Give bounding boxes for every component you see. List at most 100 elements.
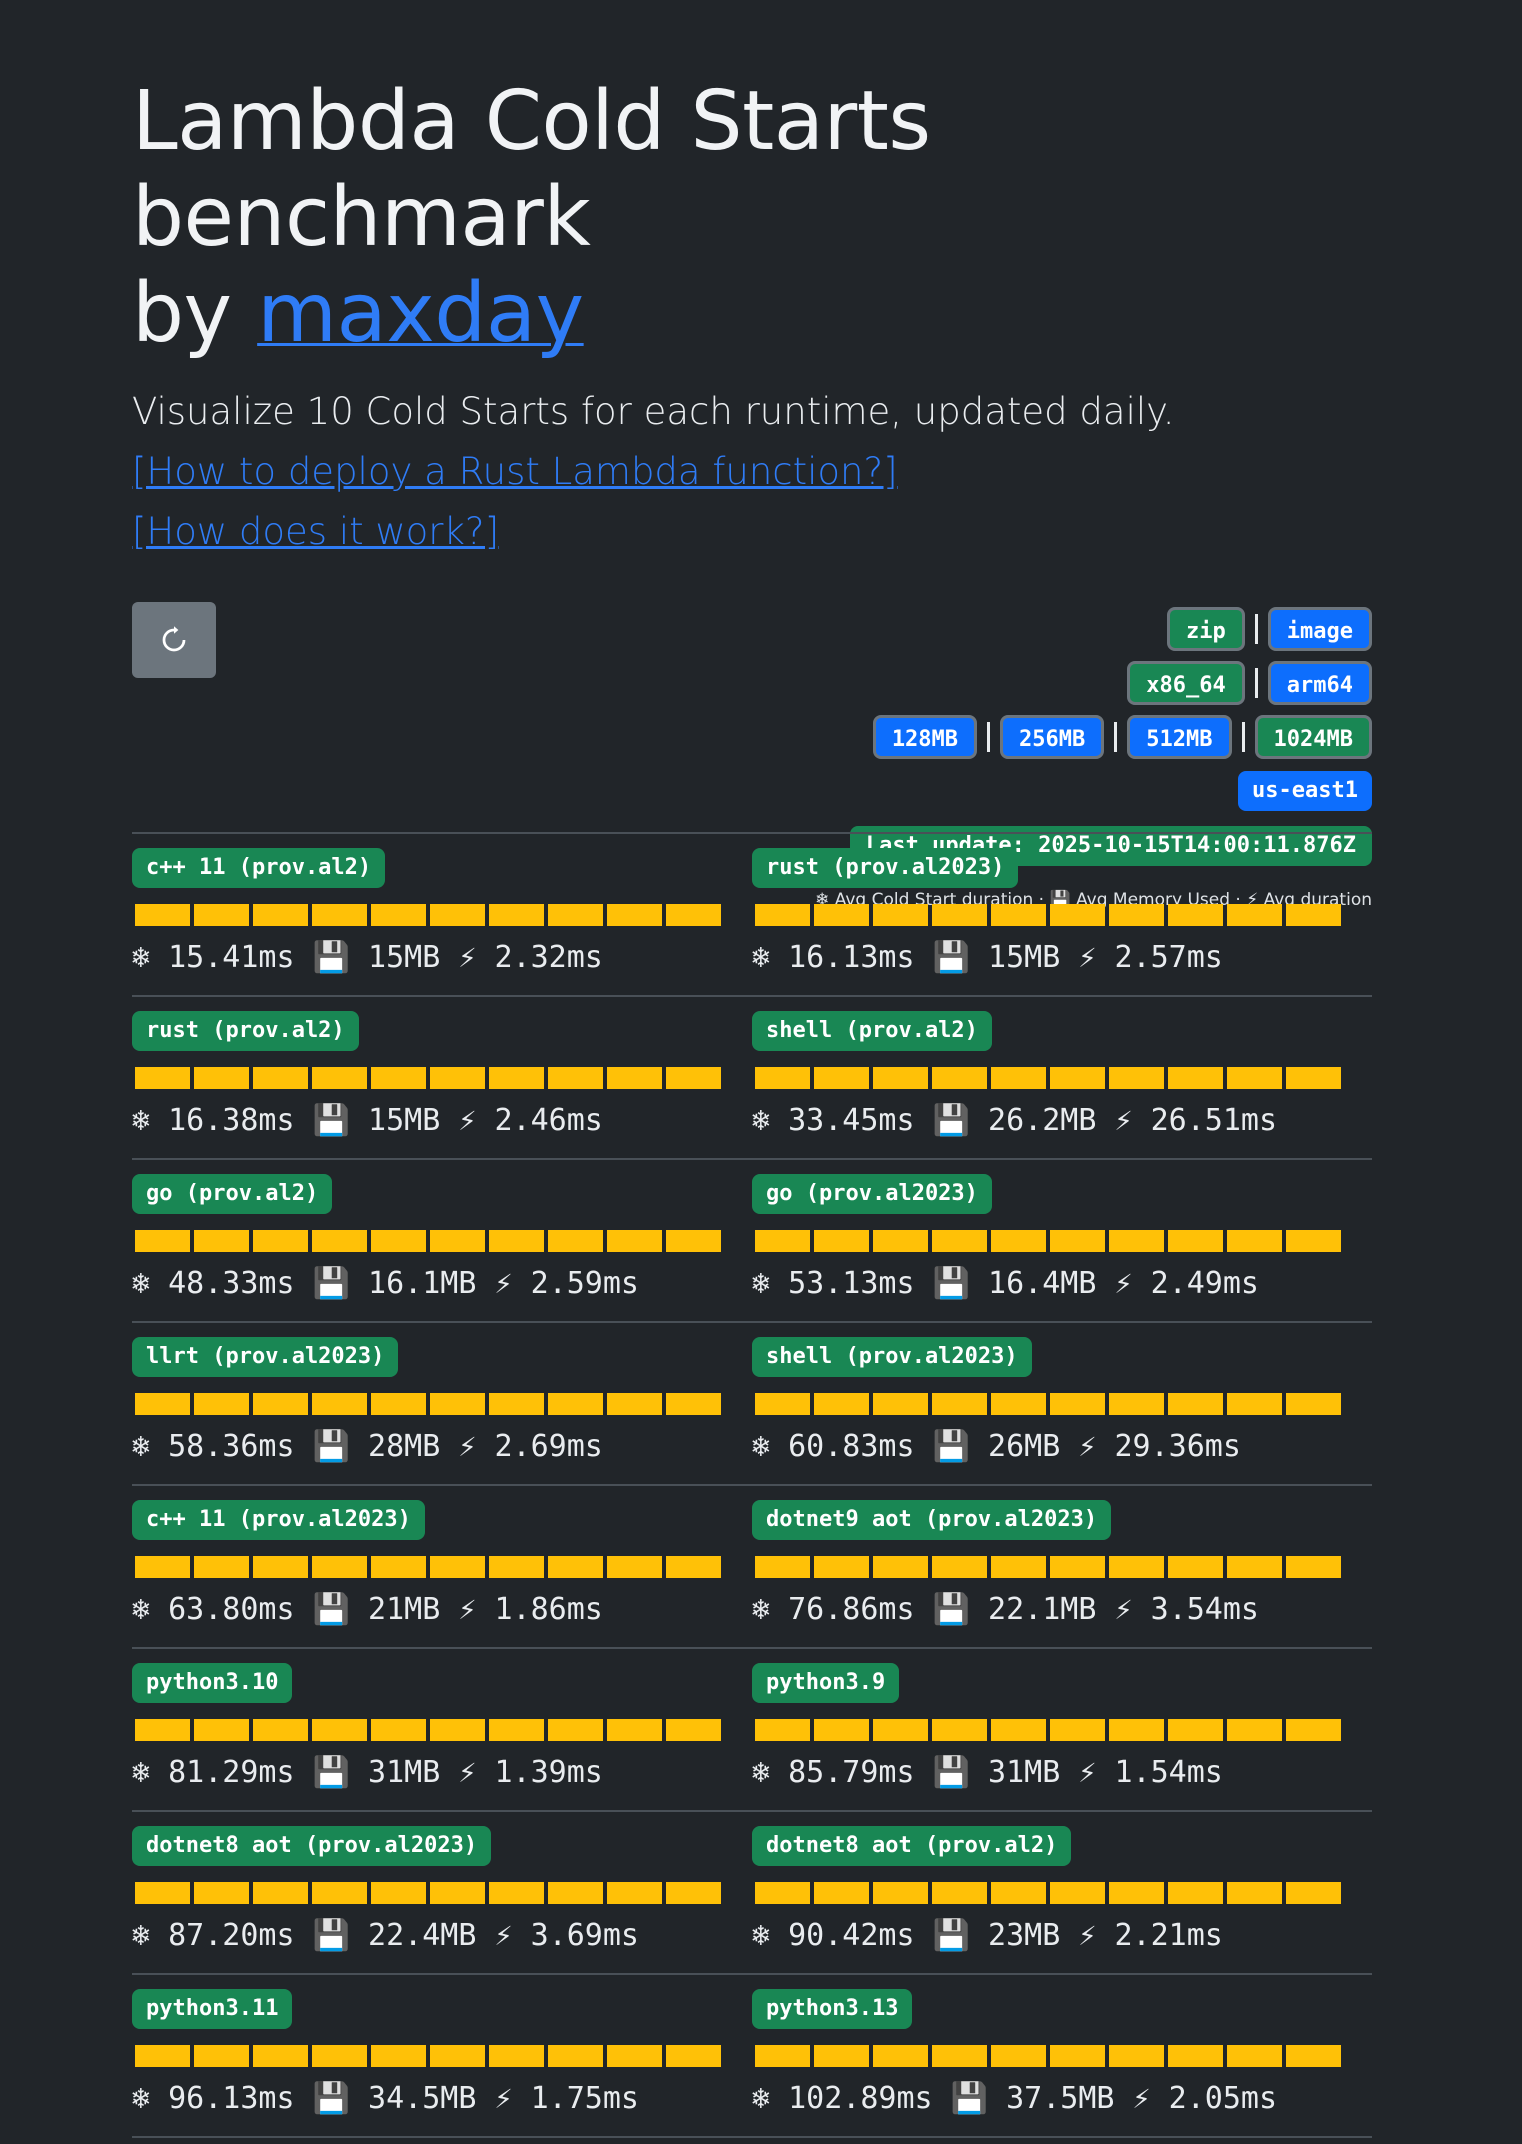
title-text: Lambda Cold Starts benchmark (132, 74, 931, 265)
cold-start-bar (135, 1719, 190, 1741)
avg-cold-start: 87.20ms (168, 1918, 295, 1953)
snowflake-icon: ❄ (132, 940, 151, 975)
cold-start-bar (814, 1556, 869, 1578)
runtime-card: c++ 11 (prov.al2) ❄ 15.41ms 💾 15MB ⚡ 2.32… (132, 834, 752, 995)
arch-arm64-button[interactable]: arm64 (1267, 661, 1372, 705)
cold-start-bar (489, 1230, 544, 1252)
runtime-name-badge: python3.10 (132, 1663, 293, 1703)
arch-x86-button[interactable]: x86_64 (1127, 661, 1245, 705)
runtime-name-badge: shell (prov.al2023) (752, 1337, 1032, 1377)
memory-256-button[interactable]: 256MB (1000, 715, 1105, 759)
snowflake-icon: ❄ (752, 1918, 771, 1953)
cold-start-bar (1109, 904, 1164, 926)
cold-start-bar (1286, 2045, 1341, 2067)
cold-start-bar (607, 904, 662, 926)
cold-start-bar (1227, 1719, 1282, 1741)
cold-start-bar (135, 2045, 190, 2067)
cold-start-bar (607, 1393, 662, 1415)
runtime-name-badge: python3.13 (752, 1989, 913, 2029)
cold-start-bars (755, 1230, 1341, 1252)
runtime-stats: ❄ 33.45ms 💾 26.2MB ⚡ 26.51ms (752, 1099, 1277, 1143)
cold-start-bar (371, 904, 426, 926)
how-it-works-link[interactable]: [How does it work?] (132, 502, 1372, 562)
cold-start-bars (135, 904, 721, 926)
package-image-button[interactable]: image (1267, 607, 1372, 651)
cold-start-bar (194, 1882, 249, 1904)
cold-start-bar (1050, 1556, 1105, 1578)
avg-duration: 1.86ms (494, 1592, 603, 1627)
snowflake-icon: ❄ (132, 1918, 151, 1953)
package-zip-button[interactable]: zip (1167, 607, 1245, 651)
runtime-stats: ❄ 87.20ms 💾 22.4MB ⚡ 3.69ms (132, 1914, 639, 1958)
cold-start-bar (1050, 1882, 1105, 1904)
avg-cold-start: 96.13ms (168, 2081, 295, 2116)
cold-start-bar (991, 1393, 1046, 1415)
snowflake-icon: ❄ (752, 1429, 771, 1464)
cold-start-bar (312, 904, 367, 926)
cold-start-bar (991, 1230, 1046, 1252)
cold-start-bar (548, 1230, 603, 1252)
cold-start-bar (666, 1719, 721, 1741)
cold-start-bar (1286, 1393, 1341, 1415)
cold-start-bar (194, 1556, 249, 1578)
cold-start-bar (489, 1556, 544, 1578)
runtime-name-badge: rust (prov.al2) (132, 1011, 359, 1051)
runtime-row: c++ 11 (prov.al2) ❄ 15.41ms 💾 15MB ⚡ 2.32… (132, 834, 1372, 997)
cold-start-bars (135, 1882, 721, 1904)
cold-start-bar (607, 1230, 662, 1252)
cold-start-bar (430, 1882, 485, 1904)
cold-start-bar (253, 1067, 308, 1089)
runtime-card: go (prov.al2023) ❄ 53.13ms 💾 16.4MB ⚡ 2.4… (752, 1160, 1372, 1321)
separator (1114, 722, 1118, 752)
snowflake-icon: ❄ (132, 1592, 151, 1627)
runtime-row: go (prov.al2) ❄ 48.33ms 💾 16.1MB ⚡ 2.59ms… (132, 1160, 1372, 1323)
cold-start-bar (253, 1882, 308, 1904)
cold-start-bar (1050, 1230, 1105, 1252)
region-button[interactable]: us-east1 (1238, 771, 1372, 811)
page-title: Lambda Cold Starts benchmark by maxday (132, 74, 1372, 362)
runtime-name-badge: dotnet9 aot (prov.al2023) (752, 1500, 1112, 1540)
cold-start-bar (755, 1393, 810, 1415)
cold-start-bar (489, 2045, 544, 2067)
runtime-card: dotnet8 aot (prov.al2023) ❄ 87.20ms 💾 22.… (132, 1812, 752, 1973)
cold-start-bar (1050, 904, 1105, 926)
cold-start-bar (1168, 1230, 1223, 1252)
cold-start-bars (135, 1393, 721, 1415)
cold-start-bar (548, 1067, 603, 1089)
lightning-icon: ⚡ (1078, 1429, 1097, 1464)
cold-start-bar (253, 1719, 308, 1741)
memory-1024-button[interactable]: 1024MB (1254, 715, 1372, 759)
refresh-button[interactable] (132, 602, 216, 678)
lightning-icon: ⚡ (458, 1592, 477, 1627)
memory-512-button[interactable]: 512MB (1127, 715, 1232, 759)
cold-start-bars (755, 1067, 1341, 1089)
cold-start-bar (1286, 904, 1341, 926)
runtime-name-badge: python3.9 (752, 1663, 900, 1703)
author-link[interactable]: maxday (257, 266, 584, 361)
avg-memory: 15MB (988, 940, 1061, 975)
avg-memory: 16.1MB (368, 1266, 477, 1301)
cold-start-bar (1168, 1067, 1223, 1089)
floppy-disk-icon: 💾 (312, 940, 350, 975)
floppy-disk-icon: 💾 (932, 1266, 970, 1301)
cold-start-bar (932, 904, 987, 926)
cold-start-bar (312, 2045, 367, 2067)
region-row: us-east1 (815, 764, 1372, 818)
floppy-disk-icon: 💾 (312, 1592, 350, 1627)
cold-start-bar (312, 1393, 367, 1415)
cold-start-bars (135, 2045, 721, 2067)
avg-cold-start: 15.41ms (168, 940, 295, 975)
rust-deploy-link[interactable]: [How to deploy a Rust Lambda function?] (132, 442, 1372, 502)
avg-duration: 3.69ms (530, 1918, 639, 1953)
cold-start-bar (814, 1882, 869, 1904)
cold-start-bar (1050, 1719, 1105, 1741)
cold-start-bar (607, 2045, 662, 2067)
snowflake-icon: ❄ (752, 2081, 771, 2116)
cold-start-bar (1109, 1393, 1164, 1415)
memory-128-button[interactable]: 128MB (872, 715, 978, 759)
cold-start-bar (430, 1719, 485, 1741)
avg-memory: 31MB (368, 1755, 441, 1790)
cold-start-bar (873, 1067, 928, 1089)
avg-cold-start: 60.83ms (788, 1429, 915, 1464)
cold-start-bar (371, 1719, 426, 1741)
